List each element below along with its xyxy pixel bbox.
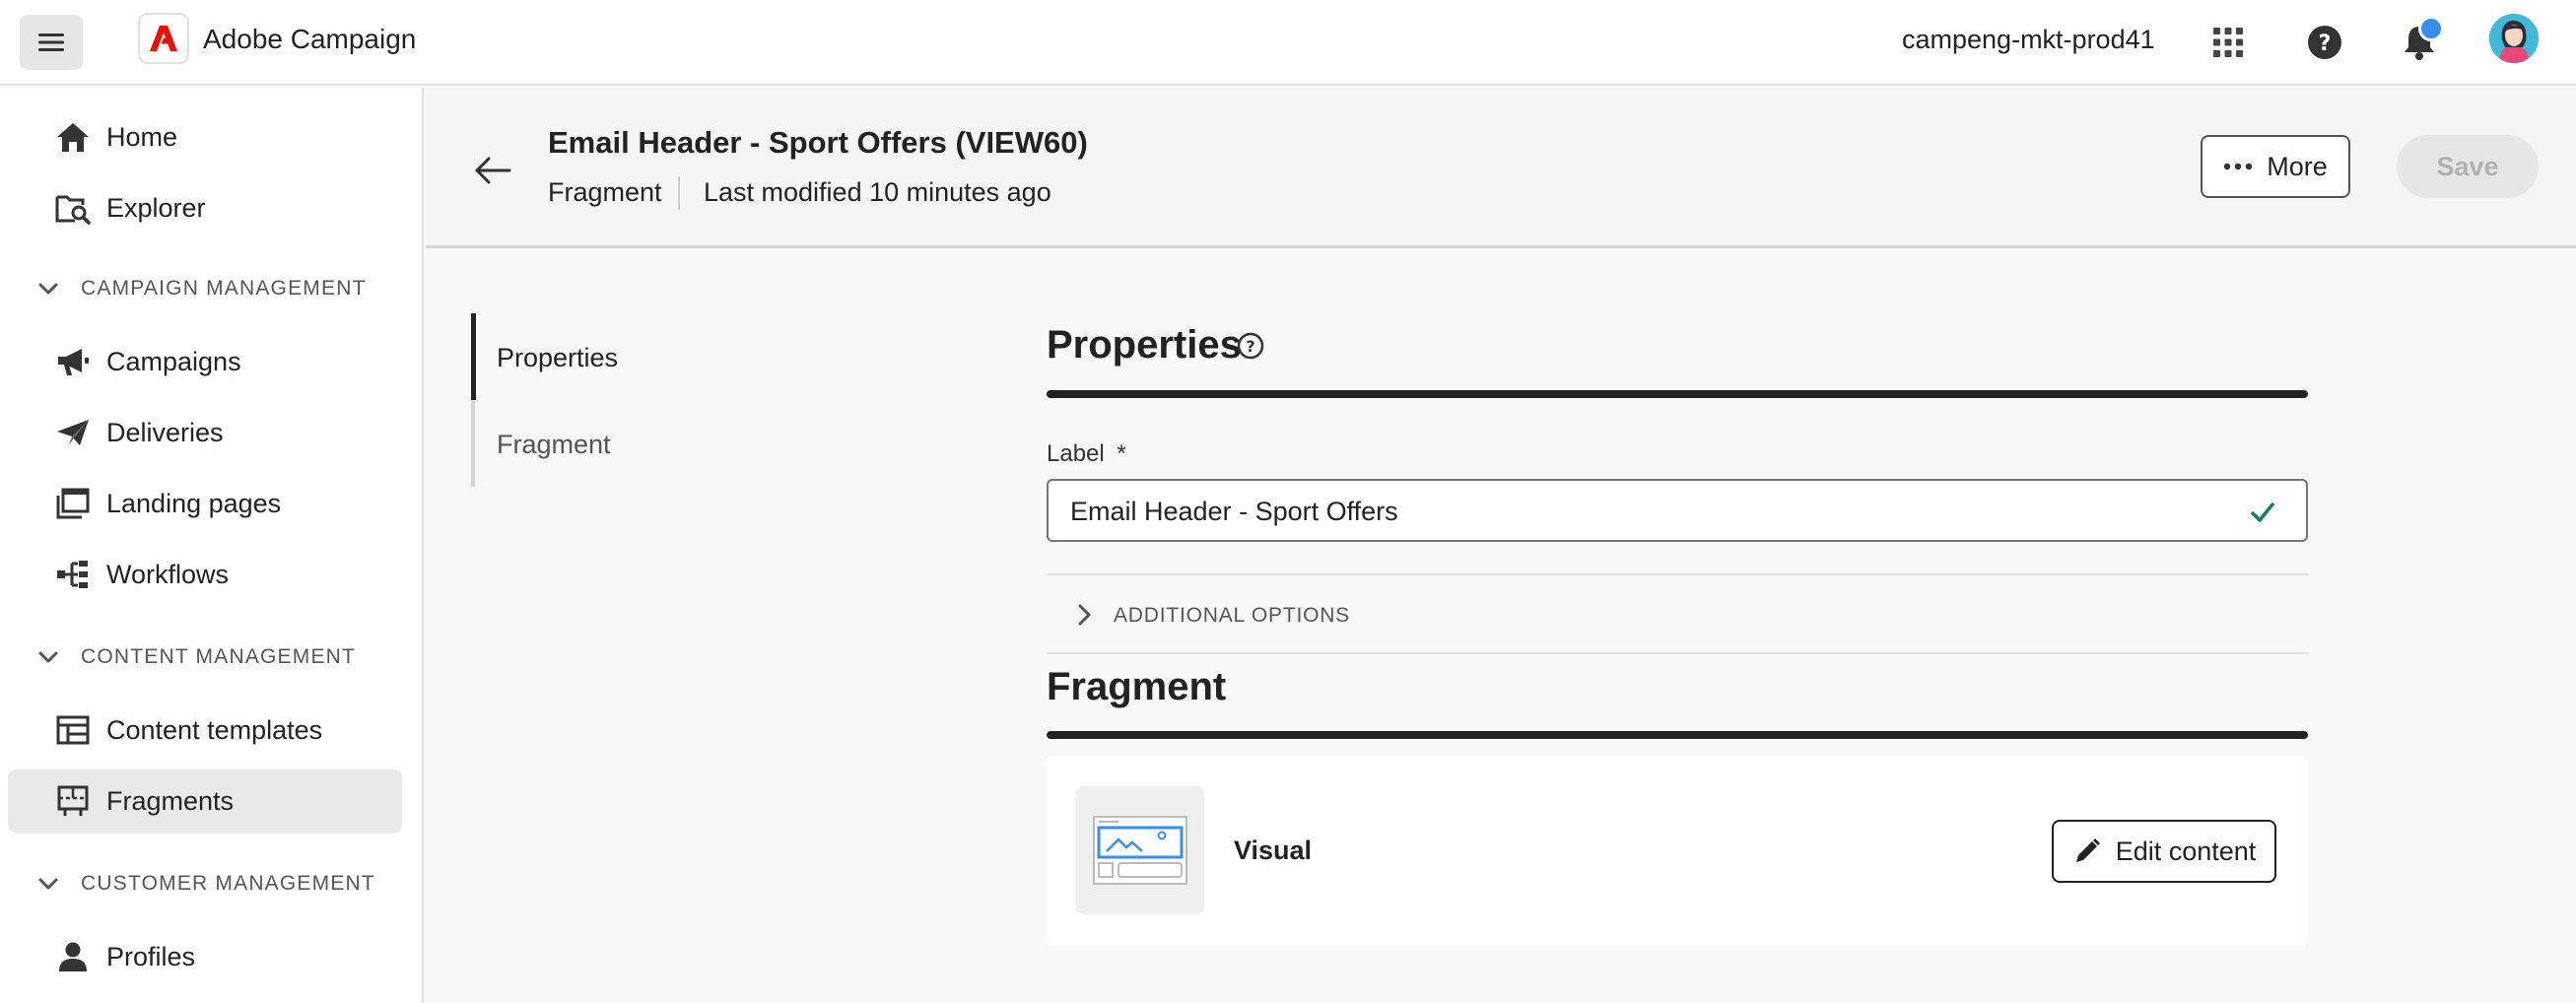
chevron-down-icon bbox=[35, 644, 61, 670]
chevron-down-icon bbox=[35, 276, 61, 301]
sidebar-item-content-templates[interactable]: Content templates bbox=[8, 699, 402, 762]
avatar[interactable] bbox=[2489, 14, 2539, 63]
section-divider bbox=[1047, 390, 2308, 398]
sidebar-item-label: Content templates bbox=[106, 715, 323, 745]
explorer-icon bbox=[55, 190, 91, 226]
divider bbox=[678, 176, 680, 210]
sidebar-item-label: Home bbox=[106, 122, 178, 152]
chevron-down-icon bbox=[35, 871, 61, 897]
additional-options-accordion[interactable]: ADDITIONAL OPTIONS bbox=[1047, 573, 2308, 654]
page-type: Fragment bbox=[548, 177, 662, 207]
section-divider bbox=[1047, 731, 2308, 739]
visual-fragment-thumbnail-icon bbox=[1076, 786, 1204, 914]
sidebar-item-home[interactable]: Home bbox=[8, 105, 402, 168]
sidebar: Home Explorer CAMPAIGN MANAGEMENT Campai… bbox=[0, 88, 424, 1003]
workflow-icon bbox=[55, 557, 91, 592]
home-icon bbox=[55, 119, 91, 155]
sidebar-item-label: Explorer bbox=[106, 193, 206, 223]
paper-plane-icon bbox=[55, 415, 91, 450]
more-button[interactable]: More bbox=[2201, 135, 2350, 198]
fragment-heading: Fragment bbox=[1047, 665, 1227, 708]
chevron-right-icon bbox=[1070, 601, 1098, 629]
additional-options-label: ADDITIONAL OPTIONS bbox=[1114, 604, 1350, 627]
profile-user-icon bbox=[55, 939, 91, 974]
hamburger-menu-icon[interactable] bbox=[20, 15, 83, 70]
landing-pages-icon bbox=[55, 486, 91, 521]
inner-nav-active-indicator bbox=[471, 313, 476, 400]
section-campaign-management[interactable]: CAMPAIGN MANAGEMENT bbox=[35, 271, 367, 306]
sidebar-item-label: Fragments bbox=[106, 786, 235, 816]
properties-heading: Properties bbox=[1047, 323, 1242, 367]
help-icon[interactable]: ? bbox=[2298, 16, 2351, 69]
sidebar-item-campaigns[interactable]: Campaigns bbox=[8, 330, 402, 393]
fragment-type-label: Visual bbox=[1234, 836, 1313, 865]
pencil-icon bbox=[2072, 836, 2102, 866]
sidebar-item-label: Deliveries bbox=[106, 418, 224, 447]
section-title: CUSTOMER MANAGEMENT bbox=[81, 872, 375, 895]
section-content-management[interactable]: CONTENT MANAGEMENT bbox=[35, 639, 356, 675]
checkmark-icon bbox=[2249, 499, 2276, 526]
help-circle-icon[interactable]: ? bbox=[1236, 331, 1265, 361]
fragment-card: Visual Edit content bbox=[1047, 757, 2308, 946]
inner-nav-fragment[interactable]: Fragment bbox=[497, 428, 611, 461]
section-title: CAMPAIGN MANAGEMENT bbox=[81, 277, 367, 300]
sidebar-item-profiles[interactable]: Profiles bbox=[8, 925, 402, 988]
inner-nav-properties[interactable]: Properties bbox=[497, 341, 618, 374]
page-title: Email Header - Sport Offers (VIEW60) bbox=[548, 125, 1088, 160]
top-bar: Adobe Campaign campeng-mkt-prod41 ? bbox=[0, 0, 2576, 86]
sidebar-item-deliveries[interactable]: Deliveries bbox=[8, 401, 402, 464]
section-title: CONTENT MANAGEMENT bbox=[81, 645, 357, 668]
section-customer-management[interactable]: CUSTOMER MANAGEMENT bbox=[35, 866, 375, 902]
svg-text:?: ? bbox=[2319, 32, 2332, 56]
notification-badge bbox=[2418, 16, 2444, 41]
save-button[interactable]: Save bbox=[2397, 135, 2539, 198]
more-dots-icon bbox=[2223, 163, 2253, 170]
sidebar-item-label: Workflows bbox=[106, 560, 230, 589]
required-marker: * bbox=[1117, 440, 1126, 467]
sidebar-item-workflows[interactable]: Workflows bbox=[8, 543, 402, 606]
svg-text:?: ? bbox=[1246, 337, 1254, 356]
label-field-label: Label * bbox=[1047, 440, 1126, 467]
back-arrow-icon[interactable] bbox=[463, 141, 522, 200]
more-button-label: More bbox=[2267, 151, 2328, 181]
fragments-icon bbox=[55, 783, 91, 819]
edit-content-button[interactable]: Edit content bbox=[2052, 820, 2276, 883]
sidebar-item-landing-pages[interactable]: Landing pages bbox=[8, 472, 402, 535]
sidebar-item-label: Landing pages bbox=[106, 489, 282, 518]
sidebar-item-label: Campaigns bbox=[106, 347, 241, 376]
templates-icon bbox=[55, 712, 91, 748]
sidebar-item-fragments[interactable]: Fragments bbox=[8, 769, 402, 833]
label-input-value: Email Header - Sport Offers bbox=[1070, 497, 1398, 526]
adobe-logo-icon[interactable] bbox=[138, 13, 189, 64]
last-modified: Last modified 10 minutes ago bbox=[704, 177, 1051, 207]
page-header: Email Header - Sport Offers (VIEW60) Fra… bbox=[426, 88, 2576, 248]
bell-icon[interactable] bbox=[2393, 16, 2446, 69]
sidebar-item-label: Profiles bbox=[106, 942, 196, 971]
edit-content-label: Edit content bbox=[2115, 836, 2257, 866]
app-title[interactable]: Adobe Campaign bbox=[203, 22, 416, 57]
sidebar-item-explorer[interactable]: Explorer bbox=[8, 176, 402, 239]
label-input[interactable]: Email Header - Sport Offers bbox=[1047, 479, 2308, 542]
app-switcher-icon[interactable] bbox=[2202, 16, 2255, 69]
org-switcher[interactable]: campeng-mkt-prod41 bbox=[1902, 22, 2155, 57]
megaphone-icon bbox=[55, 344, 91, 379]
